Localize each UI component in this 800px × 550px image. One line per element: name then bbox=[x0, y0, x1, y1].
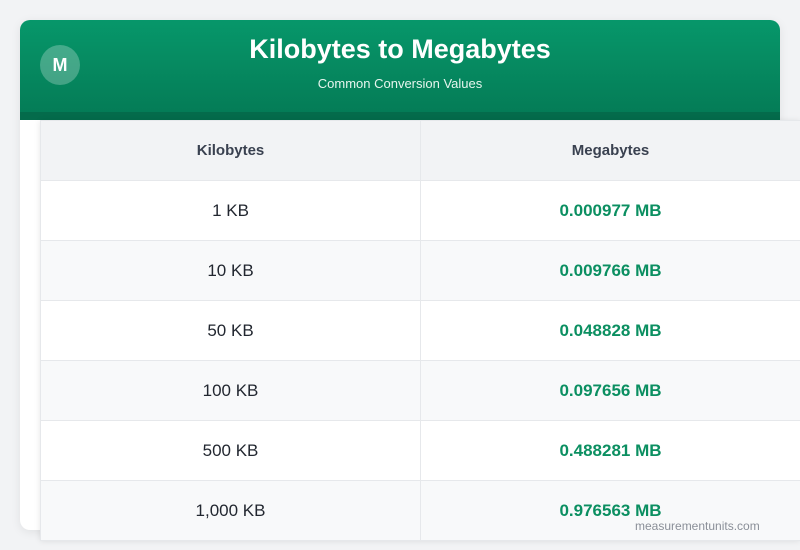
kilobytes-cell: 100 KB bbox=[40, 360, 421, 421]
page-title: Kilobytes to Megabytes bbox=[249, 34, 551, 64]
header-divider bbox=[20, 112, 780, 120]
megabytes-cell: 0.000977 MB bbox=[420, 180, 800, 241]
table-header-row: Kilobytes Megabytes bbox=[40, 120, 800, 181]
megabytes-cell: 0.048828 MB bbox=[420, 300, 800, 361]
table-row: 50 KB 0.048828 MB bbox=[40, 300, 800, 361]
conversion-table: Kilobytes Megabytes 1 KB 0.000977 MB 10 … bbox=[40, 120, 800, 541]
megabytes-cell: 0.097656 MB bbox=[420, 360, 800, 421]
table-row: 10 KB 0.009766 MB bbox=[40, 240, 800, 301]
kilobytes-cell: 1,000 KB bbox=[40, 480, 421, 541]
kilobytes-cell: 1 KB bbox=[40, 180, 421, 241]
column-header-kilobytes: Kilobytes bbox=[40, 120, 421, 181]
megabytes-cell: 0.488281 MB bbox=[420, 420, 800, 481]
kilobytes-cell: 50 KB bbox=[40, 300, 421, 361]
column-header-megabytes: Megabytes bbox=[420, 120, 800, 181]
table-row: 500 KB 0.488281 MB bbox=[40, 420, 800, 481]
watermark-link[interactable]: measurementunits.com bbox=[635, 519, 760, 533]
page-subtitle: Common Conversion Values bbox=[317, 76, 483, 91]
megabytes-cell: 0.009766 MB bbox=[420, 240, 800, 301]
table-row: 1 KB 0.000977 MB bbox=[40, 180, 800, 241]
kilobytes-cell: 10 KB bbox=[40, 240, 421, 301]
kilobytes-cell: 500 KB bbox=[40, 420, 421, 481]
card-header: M Kilobytes to Megabytes Common Conversi… bbox=[20, 20, 780, 120]
table-row: 100 KB 0.097656 MB bbox=[40, 360, 800, 421]
conversion-table-container: Kilobytes Megabytes 1 KB 0.000977 MB 10 … bbox=[40, 120, 800, 541]
